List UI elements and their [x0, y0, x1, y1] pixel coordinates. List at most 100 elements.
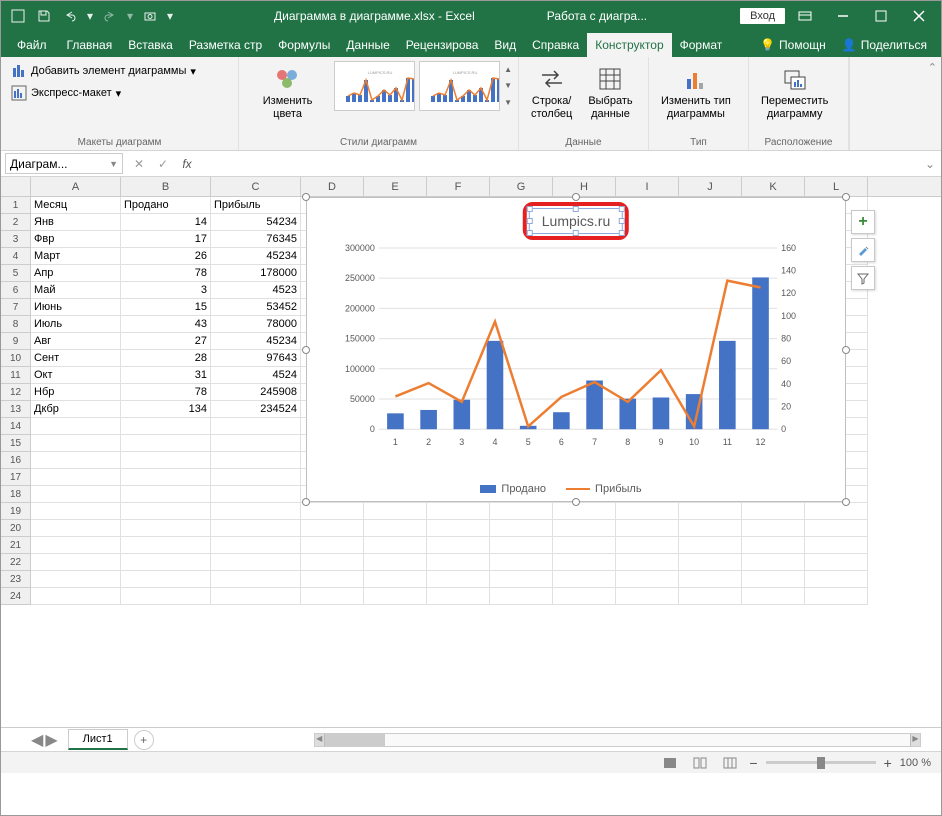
cell[interactable] [679, 571, 742, 588]
cell[interactable] [364, 554, 427, 571]
column-header[interactable]: C [211, 177, 301, 196]
cell[interactable] [211, 435, 301, 452]
cell[interactable]: 234524 [211, 401, 301, 418]
cell[interactable] [805, 520, 868, 537]
cell[interactable]: 3 [121, 282, 211, 299]
cell[interactable] [31, 469, 121, 486]
cell[interactable]: Янв [31, 214, 121, 231]
cell[interactable] [301, 588, 364, 605]
change-colors-button[interactable]: Изменить цвета [245, 61, 330, 123]
cell[interactable] [427, 503, 490, 520]
cell[interactable] [211, 537, 301, 554]
cell[interactable] [616, 520, 679, 537]
cell[interactable] [490, 571, 553, 588]
cell[interactable]: Март [31, 248, 121, 265]
cell[interactable] [211, 452, 301, 469]
cell[interactable] [742, 537, 805, 554]
cell[interactable] [364, 537, 427, 554]
cell[interactable] [121, 503, 211, 520]
cell[interactable] [427, 588, 490, 605]
view-page-layout-icon[interactable] [689, 754, 711, 772]
cell[interactable] [553, 537, 616, 554]
cell[interactable] [364, 588, 427, 605]
cell[interactable]: 28 [121, 350, 211, 367]
cell[interactable] [211, 588, 301, 605]
cell[interactable] [121, 588, 211, 605]
cell[interactable]: 17 [121, 231, 211, 248]
cancel-formula-icon[interactable]: ✕ [127, 153, 151, 174]
undo-dropdown-icon[interactable]: ▾ [85, 5, 95, 27]
cell[interactable] [364, 503, 427, 520]
cell[interactable] [742, 588, 805, 605]
redo-dropdown-icon[interactable]: ▾ [125, 5, 135, 27]
zoom-in-button[interactable]: + [884, 755, 892, 771]
cell[interactable] [364, 571, 427, 588]
cell[interactable] [31, 537, 121, 554]
style-scroll-down-icon[interactable]: ▼ [504, 81, 512, 90]
cell[interactable]: 53452 [211, 299, 301, 316]
cell[interactable] [805, 571, 868, 588]
row-header[interactable]: 20 [1, 520, 30, 537]
cell[interactable] [490, 554, 553, 571]
cell[interactable] [805, 503, 868, 520]
cell[interactable]: Май [31, 282, 121, 299]
switch-row-column-button[interactable]: Строка/ столбец [525, 61, 578, 123]
row-header[interactable]: 4 [1, 248, 30, 265]
column-header[interactable]: J [679, 177, 742, 196]
row-header[interactable]: 1 [1, 197, 30, 214]
cell[interactable] [553, 554, 616, 571]
cell[interactable] [679, 537, 742, 554]
cell[interactable] [427, 520, 490, 537]
file-menu-icon[interactable] [7, 5, 29, 27]
view-page-break-icon[interactable] [719, 754, 741, 772]
fx-icon[interactable]: fx [175, 153, 199, 174]
cell[interactable] [805, 537, 868, 554]
tab-file[interactable]: Файл [5, 33, 59, 57]
cell[interactable] [211, 503, 301, 520]
cell[interactable] [616, 588, 679, 605]
cell[interactable] [211, 469, 301, 486]
cell[interactable] [121, 418, 211, 435]
row-header[interactable]: 9 [1, 333, 30, 350]
row-header[interactable]: 10 [1, 350, 30, 367]
cell[interactable] [211, 520, 301, 537]
cell[interactable] [490, 537, 553, 554]
row-header[interactable]: 15 [1, 435, 30, 452]
cell[interactable] [616, 503, 679, 520]
cell[interactable] [211, 554, 301, 571]
cell[interactable] [742, 571, 805, 588]
tab-layout[interactable]: Разметка стр [181, 33, 270, 57]
style-scroll-up-icon[interactable]: ▲ [504, 65, 512, 74]
cell[interactable] [121, 554, 211, 571]
maximize-icon[interactable] [863, 1, 899, 31]
name-box[interactable]: Диаграм... ▼ [5, 153, 123, 174]
chart-style-2[interactable]: LUMPICS.RU [419, 61, 500, 111]
cell[interactable] [553, 520, 616, 537]
chart-legend[interactable]: Продано Прибыль [307, 483, 815, 495]
formula-input[interactable] [199, 153, 919, 174]
cell[interactable]: Прибыль [211, 197, 301, 214]
row-header[interactable]: 2 [1, 214, 30, 231]
chart-handle[interactable] [572, 498, 580, 506]
cell[interactable] [679, 588, 742, 605]
cell[interactable] [616, 571, 679, 588]
login-button[interactable]: Вход [740, 8, 785, 24]
row-header[interactable]: 18 [1, 486, 30, 503]
move-chart-button[interactable]: Переместить диаграмму [755, 61, 834, 123]
row-header[interactable]: 22 [1, 554, 30, 571]
cell[interactable]: 97643 [211, 350, 301, 367]
cell[interactable] [121, 469, 211, 486]
add-sheet-button[interactable]: + [134, 730, 154, 750]
chart-filter-button[interactable] [851, 266, 875, 290]
cell[interactable] [679, 554, 742, 571]
cell[interactable] [490, 503, 553, 520]
select-data-button[interactable]: Выбрать данные [582, 61, 638, 123]
column-header[interactable]: G [490, 177, 553, 196]
tab-help[interactable]: Справка [524, 33, 587, 57]
zoom-out-button[interactable]: − [749, 755, 757, 771]
cell[interactable]: 45234 [211, 333, 301, 350]
cell[interactable] [301, 503, 364, 520]
cell[interactable] [364, 520, 427, 537]
cell[interactable]: Нбр [31, 384, 121, 401]
cell[interactable]: Месяц [31, 197, 121, 214]
